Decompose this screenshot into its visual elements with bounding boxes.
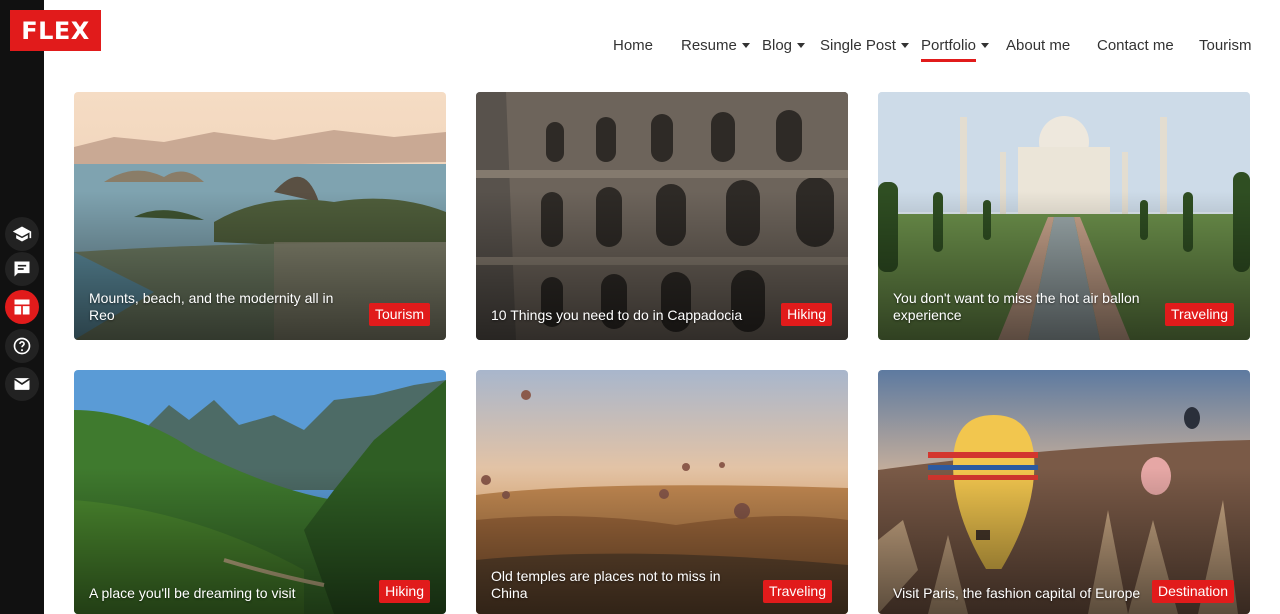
nav-item-blog[interactable]: Blog	[762, 28, 806, 62]
nav-item-resume[interactable]: Resume	[681, 28, 750, 62]
chevron-down-icon	[900, 42, 909, 48]
card-title: A place you'll be dreaming to visit	[89, 585, 296, 601]
nav-item-contact[interactable]: Contact me	[1097, 28, 1174, 62]
nav-label: Portfolio	[921, 36, 977, 54]
mail-icon[interactable]	[5, 367, 39, 401]
portfolio-card[interactable]: Visit Paris, the fashion capital of Euro…	[878, 370, 1250, 614]
nav-label: Contact me	[1097, 36, 1174, 54]
category-tag[interactable]: Traveling	[762, 580, 832, 603]
card-title: Mounts, beach, and the modernity all in …	[89, 290, 334, 323]
active-nav-indicator	[921, 59, 976, 62]
nav-label: About me	[1006, 36, 1071, 54]
portfolio-card[interactable]: 10 Things you need to do in Cappadocia H…	[476, 92, 848, 340]
category-tag[interactable]: Traveling	[1164, 303, 1234, 326]
category-tag[interactable]: Destination	[1151, 580, 1234, 603]
nav-item-portfolio[interactable]: Portfolio	[921, 28, 990, 62]
chevron-down-icon	[797, 42, 806, 48]
nav-label: Tourism	[1199, 36, 1252, 54]
card-title: 10 Things you need to do in Cappadocia	[491, 307, 743, 323]
chat-list-icon[interactable]	[5, 252, 39, 286]
nav-item-about[interactable]: About me	[1006, 28, 1070, 62]
nav-item-tourism[interactable]: Tourism	[1199, 28, 1252, 62]
portfolio-card[interactable]: A place you'll be dreaming to visit Hiki…	[74, 370, 446, 614]
category-tag[interactable]: Tourism	[368, 303, 430, 326]
nav-label: Home	[613, 36, 654, 54]
category-tag[interactable]: Hiking	[379, 580, 430, 603]
nav-label: Blog	[762, 36, 793, 54]
side-navigation	[0, 0, 44, 614]
nav-item-single-post[interactable]: Single Post	[820, 28, 909, 62]
chevron-down-icon	[741, 42, 750, 48]
card-title: Old temples are places not to miss in Ch…	[491, 568, 721, 601]
nav-item-home[interactable]: Home	[613, 28, 653, 62]
portfolio-card[interactable]: Old temples are places not to miss in Ch…	[476, 370, 848, 614]
card-title: Visit Paris, the fashion capital of Euro…	[893, 585, 1141, 601]
portfolio-card[interactable]: You don't want to miss the hot air ballo…	[878, 92, 1250, 340]
nav-label: Resume	[681, 36, 737, 54]
card-title: You don't want to miss the hot air ballo…	[893, 290, 1140, 323]
portfolio-grid-icon[interactable]	[5, 290, 39, 324]
chevron-down-icon	[981, 42, 990, 48]
main-navigation: Home Resume Blog Single Post Portfolio A…	[0, 28, 1280, 68]
category-tag[interactable]: Hiking	[781, 303, 832, 326]
help-circle-icon[interactable]	[5, 329, 39, 363]
graduation-cap-icon[interactable]	[5, 217, 39, 251]
nav-label: Single Post	[820, 36, 896, 54]
portfolio-card[interactable]: Mounts, beach, and the modernity all in …	[74, 92, 446, 340]
